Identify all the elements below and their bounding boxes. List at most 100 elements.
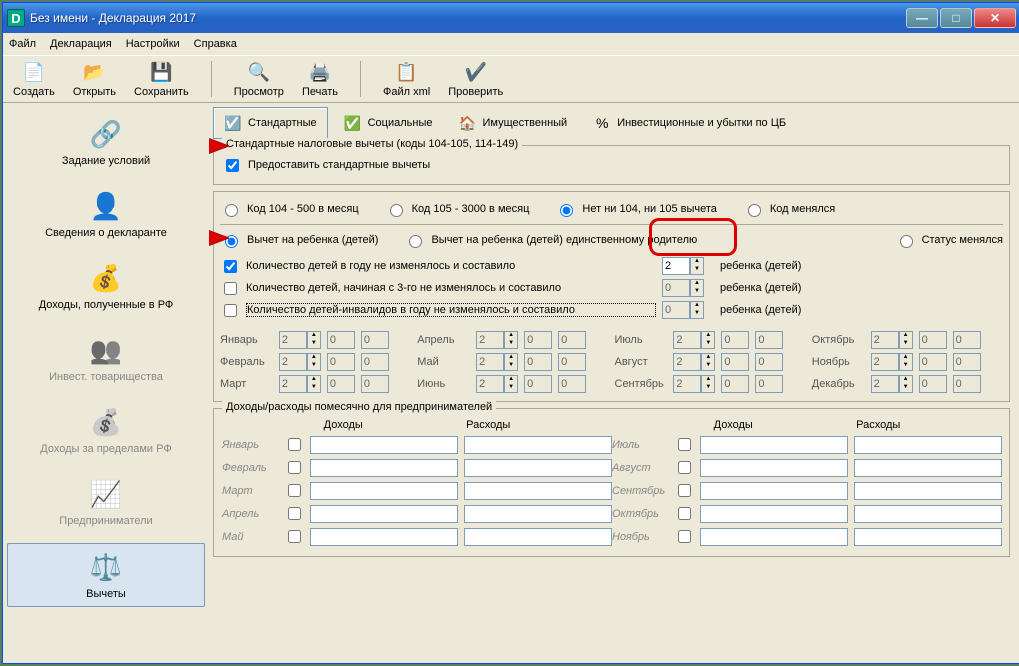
radio-code-changed[interactable] xyxy=(748,204,761,217)
toolbar-print[interactable]: 🖨️Печать xyxy=(302,60,338,98)
month-val2[interactable] xyxy=(327,353,355,371)
entre-check[interactable] xyxy=(288,461,301,474)
month-val3[interactable] xyxy=(953,375,981,393)
month-val2[interactable] xyxy=(327,375,355,393)
entre-check[interactable] xyxy=(288,484,301,497)
entre-expense-input[interactable] xyxy=(854,482,1002,500)
entre-income-input[interactable] xyxy=(700,528,848,546)
month-val3[interactable] xyxy=(953,353,981,371)
radio-code-104[interactable] xyxy=(225,204,238,217)
sidebar-deductions[interactable]: ⚖️Вычеты xyxy=(7,543,205,607)
tab-invest-cb[interactable]: %Инвестиционные и убытки по ЦБ xyxy=(583,107,796,139)
month-val3[interactable] xyxy=(361,331,389,349)
month-val2[interactable] xyxy=(919,331,947,349)
entre-income-input[interactable] xyxy=(310,482,458,500)
sidebar-income-rf[interactable]: 💰Доходы, полученные в РФ xyxy=(7,255,205,317)
entre-expense-input[interactable] xyxy=(464,459,612,477)
month-val2[interactable] xyxy=(721,353,749,371)
spinner[interactable]: ▲▼ xyxy=(899,375,913,393)
children-disabled-input[interactable] xyxy=(662,301,690,319)
toolbar-preview[interactable]: 🔍Просмотр xyxy=(234,60,284,98)
month-val3[interactable] xyxy=(755,353,783,371)
sidebar-declarant[interactable]: 👤Сведения о декларанте xyxy=(7,183,205,245)
tab-property[interactable]: 🏠Имущественный xyxy=(448,107,577,139)
radio-single-parent[interactable] xyxy=(409,235,422,248)
month-val1[interactable] xyxy=(279,353,307,371)
month-val3[interactable] xyxy=(558,353,586,371)
maximize-button[interactable]: □ xyxy=(940,8,972,28)
month-val2[interactable] xyxy=(721,331,749,349)
children-count-checkbox[interactable] xyxy=(224,260,237,273)
minimize-button[interactable]: — xyxy=(906,8,938,28)
spinner[interactable]: ▲▼ xyxy=(504,353,518,371)
entre-check[interactable] xyxy=(678,530,691,543)
entre-expense-input[interactable] xyxy=(464,528,612,546)
tab-standard[interactable]: ☑️Стандартные xyxy=(213,107,328,139)
radio-code-105[interactable] xyxy=(390,204,403,217)
spinner[interactable]: ▲▼ xyxy=(690,301,704,319)
month-val1[interactable] xyxy=(673,375,701,393)
entre-expense-input[interactable] xyxy=(854,505,1002,523)
month-val1[interactable] xyxy=(476,331,504,349)
month-val2[interactable] xyxy=(721,375,749,393)
month-val1[interactable] xyxy=(476,375,504,393)
month-val1[interactable] xyxy=(476,353,504,371)
spinner[interactable]: ▲▼ xyxy=(899,331,913,349)
month-val3[interactable] xyxy=(361,375,389,393)
menu-settings[interactable]: Настройки xyxy=(126,38,180,50)
entre-check[interactable] xyxy=(288,530,301,543)
tab-social[interactable]: ✅Социальные xyxy=(334,107,443,139)
month-val2[interactable] xyxy=(327,331,355,349)
entre-check[interactable] xyxy=(678,461,691,474)
entre-expense-input[interactable] xyxy=(464,436,612,454)
month-val3[interactable] xyxy=(953,331,981,349)
entre-expense-input[interactable] xyxy=(464,482,612,500)
month-val2[interactable] xyxy=(524,375,552,393)
spinner[interactable]: ▲▼ xyxy=(307,375,321,393)
toolbar-save[interactable]: 💾Сохранить xyxy=(134,60,189,98)
spinner[interactable]: ▲▼ xyxy=(307,331,321,349)
entre-check[interactable] xyxy=(678,507,691,520)
menu-file[interactable]: Файл xyxy=(9,38,36,50)
entre-income-input[interactable] xyxy=(310,459,458,477)
month-val3[interactable] xyxy=(558,375,586,393)
children-from3-checkbox[interactable] xyxy=(224,282,237,295)
month-val1[interactable] xyxy=(279,375,307,393)
entre-expense-input[interactable] xyxy=(854,459,1002,477)
sidebar-entrepreneurs[interactable]: 📈Предприниматели xyxy=(7,471,205,533)
spinner[interactable]: ▲▼ xyxy=(899,353,913,371)
month-val1[interactable] xyxy=(871,375,899,393)
sidebar-foreign[interactable]: 💰Доходы за пределами РФ xyxy=(7,399,205,461)
radio-status-changed[interactable] xyxy=(900,235,913,248)
entre-income-input[interactable] xyxy=(310,436,458,454)
month-val1[interactable] xyxy=(673,331,701,349)
children-disabled-checkbox[interactable] xyxy=(224,304,237,317)
entre-check[interactable] xyxy=(288,438,301,451)
children-from3-input[interactable] xyxy=(662,279,690,297)
month-val1[interactable] xyxy=(871,331,899,349)
month-val2[interactable] xyxy=(524,331,552,349)
month-val2[interactable] xyxy=(919,353,947,371)
entre-income-input[interactable] xyxy=(310,528,458,546)
month-val2[interactable] xyxy=(919,375,947,393)
toolbar-create[interactable]: 📄Создать xyxy=(13,60,55,98)
spinner[interactable]: ▲▼ xyxy=(701,331,715,349)
menu-declaration[interactable]: Декларация xyxy=(50,38,112,50)
close-button[interactable]: ✕ xyxy=(974,8,1016,28)
spinner[interactable]: ▲▼ xyxy=(307,353,321,371)
month-val3[interactable] xyxy=(755,375,783,393)
toolbar-open[interactable]: 📂Открыть xyxy=(73,60,116,98)
spinner[interactable]: ▲▼ xyxy=(701,353,715,371)
entre-expense-input[interactable] xyxy=(854,528,1002,546)
spinner[interactable]: ▲▼ xyxy=(690,257,704,275)
month-val3[interactable] xyxy=(755,331,783,349)
month-val3[interactable] xyxy=(361,353,389,371)
entre-income-input[interactable] xyxy=(700,482,848,500)
month-val2[interactable] xyxy=(524,353,552,371)
month-val1[interactable] xyxy=(871,353,899,371)
spinner[interactable]: ▲▼ xyxy=(701,375,715,393)
entre-check[interactable] xyxy=(288,507,301,520)
month-val1[interactable] xyxy=(279,331,307,349)
month-val3[interactable] xyxy=(558,331,586,349)
month-val1[interactable] xyxy=(673,353,701,371)
